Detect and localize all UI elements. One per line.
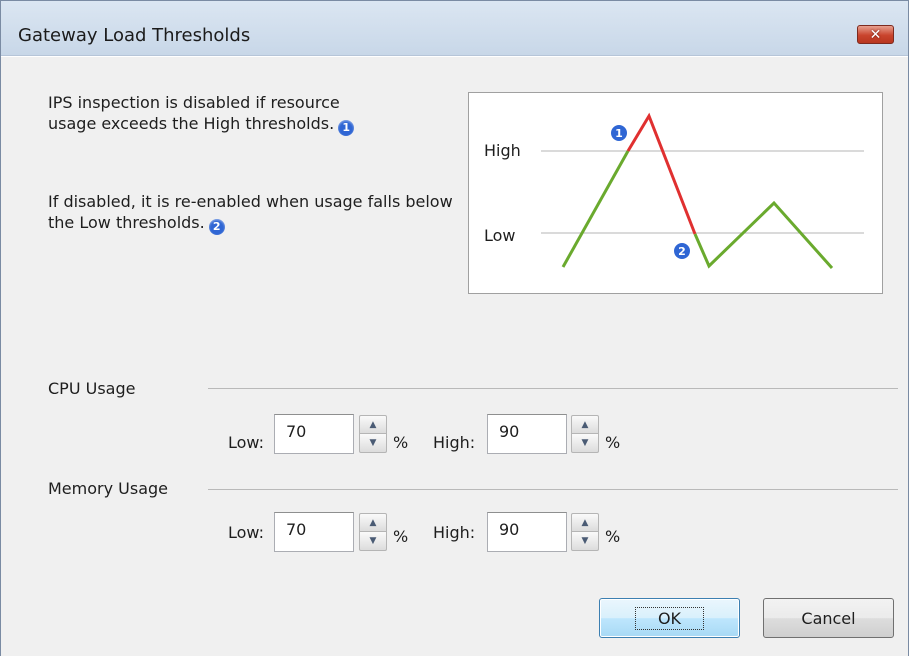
memory-low-label: Low:	[228, 523, 265, 542]
disable-description: IPS inspection is disabled if resource u…	[48, 92, 378, 136]
threshold-diagram: High Low 1 2	[468, 92, 883, 294]
memory-low-unit: %	[393, 527, 409, 546]
ok-button[interactable]: OK	[599, 598, 740, 638]
reenable-description: If disabled, it is re-enabled when usage…	[48, 191, 468, 235]
memory-low-input[interactable]: 70	[274, 512, 354, 552]
low-label: Low	[484, 226, 516, 245]
high-label: High	[484, 141, 521, 160]
rising-segment	[561, 150, 630, 268]
number-2-icon: 2	[208, 219, 225, 235]
memory-high-unit: %	[605, 527, 621, 546]
cpu-usage-label: CPU Usage	[48, 379, 136, 398]
dialog-title: Gateway Load Thresholds	[18, 25, 251, 46]
cpu-high-unit: %	[605, 433, 621, 452]
marker-1-label: 1	[615, 127, 623, 140]
memory-separator	[208, 489, 898, 490]
spin-up-icon[interactable]: ▲	[359, 513, 387, 532]
cpu-high-label: High:	[433, 433, 476, 452]
disable-description-text: IPS inspection is disabled if resource u…	[48, 93, 340, 133]
spin-down-icon[interactable]: ▼	[359, 532, 387, 551]
close-icon: ✕	[869, 26, 882, 43]
spin-down-icon[interactable]: ▼	[571, 434, 599, 453]
memory-high-input[interactable]: 90	[487, 512, 567, 552]
cpu-high-input[interactable]: 90	[487, 414, 567, 454]
close-button[interactable]: ✕	[857, 25, 894, 44]
cpu-low-unit: %	[393, 433, 409, 452]
memory-high-label: High:	[433, 523, 476, 542]
cpu-high-spinner[interactable]: ▲ ▼	[571, 415, 599, 453]
cancel-button[interactable]: Cancel	[763, 598, 894, 638]
title-bar[interactable]: Gateway Load Thresholds ✕	[1, 1, 908, 56]
dialog-body: IPS inspection is disabled if resource u…	[1, 57, 908, 656]
memory-low-spinner[interactable]: ▲ ▼	[359, 513, 387, 551]
number-1-icon: 1	[338, 120, 355, 136]
memory-high-spinner[interactable]: ▲ ▼	[571, 513, 599, 551]
cpu-low-input[interactable]: 70	[274, 414, 354, 454]
ok-button-label: OK	[634, 606, 705, 630]
exceeded-segment	[626, 112, 697, 235]
memory-usage-label: Memory Usage	[48, 479, 169, 498]
recovered-segment	[693, 200, 834, 269]
spin-down-icon[interactable]: ▼	[359, 434, 387, 453]
marker-2-label: 2	[678, 245, 686, 258]
reenable-description-text: If disabled, it is re-enabled when usage…	[48, 192, 453, 232]
spin-up-icon[interactable]: ▲	[359, 415, 387, 434]
cpu-low-label: Low:	[228, 433, 265, 452]
cpu-separator	[208, 388, 898, 389]
cpu-low-spinner[interactable]: ▲ ▼	[359, 415, 387, 453]
threshold-chart: High Low 1 2	[484, 112, 864, 269]
dialog-window: Gateway Load Thresholds ✕ IPS inspection…	[0, 0, 909, 656]
spin-up-icon[interactable]: ▲	[571, 415, 599, 434]
spin-up-icon[interactable]: ▲	[571, 513, 599, 532]
spin-down-icon[interactable]: ▼	[571, 532, 599, 551]
